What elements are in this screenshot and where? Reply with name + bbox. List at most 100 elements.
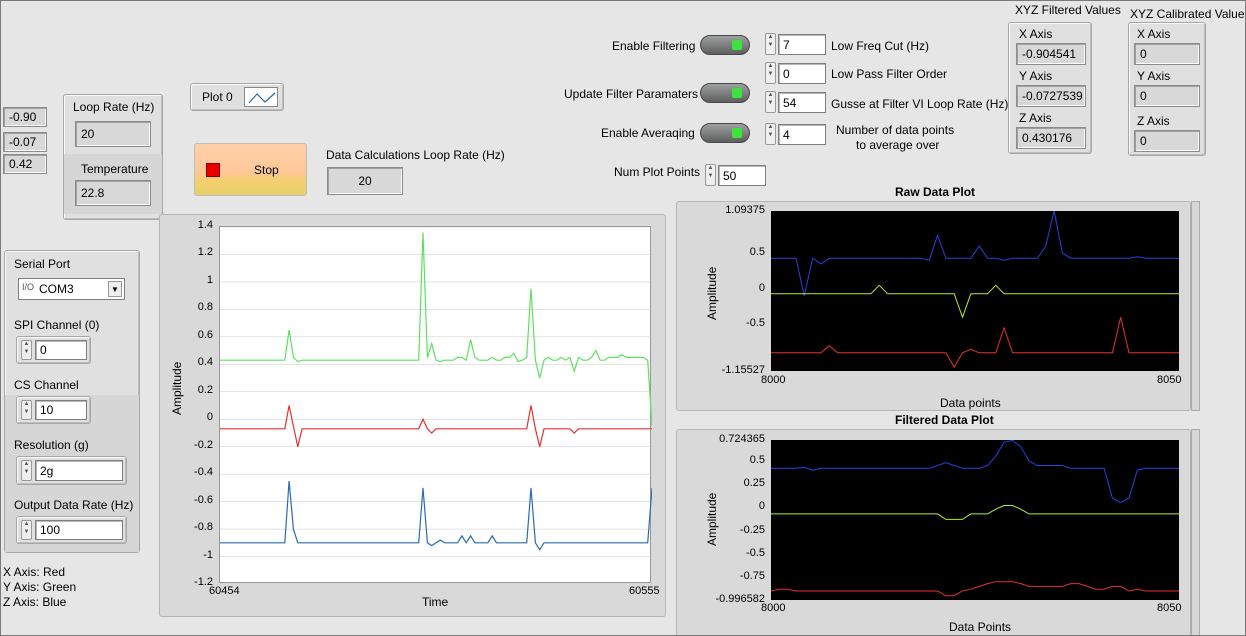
z-value-indicator: 0.42 bbox=[3, 154, 47, 174]
enable-averaging-toggle[interactable] bbox=[700, 123, 750, 143]
y-tick-label: 0.25 bbox=[743, 477, 765, 490]
gusse-spinner[interactable]: ▲ ▼ bbox=[765, 91, 776, 113]
filtered-chart-title: Filtered Data Plot bbox=[895, 413, 994, 427]
led-icon bbox=[732, 40, 742, 50]
y-tick-label: -1.15527 bbox=[721, 364, 765, 376]
x-tick-label: 60454 bbox=[209, 585, 240, 597]
y-tick-label: -0.996582 bbox=[715, 593, 765, 605]
x-tick-label: 8000 bbox=[761, 602, 786, 614]
chevron-down-icon[interactable]: ▼ bbox=[108, 281, 122, 297]
time-chart-svg bbox=[220, 226, 653, 585]
resolution-select[interactable]: 2g bbox=[35, 460, 123, 481]
resolution-spinner[interactable]: ▲ ▼ bbox=[21, 460, 32, 481]
num-plot-points-label: Num Plot Points bbox=[614, 165, 701, 179]
y-tick-label: -0.75 bbox=[739, 570, 765, 583]
xyz-calibrated-z-value: 0 bbox=[1134, 130, 1200, 152]
cs-channel-label: CS Channel bbox=[14, 378, 79, 392]
spi-channel-spinner[interactable]: ▲ ▼ bbox=[21, 340, 32, 360]
line-style-icon bbox=[248, 92, 276, 104]
odr-select[interactable]: 100 bbox=[35, 520, 123, 540]
data-calc-label: Data Calculations Loop Rate (Hz) bbox=[326, 148, 505, 162]
data-calc-value: 20 bbox=[327, 167, 403, 195]
filtered-chart-scrollbar[interactable] bbox=[1191, 429, 1200, 635]
raw-chart: Raw Data Plot 1.09375 0.5 0 -0.5 -1.15527 800… bbox=[676, 185, 1191, 411]
y-tick-label: 0.5 bbox=[749, 246, 765, 259]
raw-chart-xlabel: Data points bbox=[940, 396, 1001, 410]
low-freq-spinner[interactable]: ▲ ▼ bbox=[765, 33, 776, 55]
y-tick-label: 0 bbox=[758, 281, 765, 294]
spi-channel-input[interactable]: 0 bbox=[35, 340, 87, 360]
enable-filtering-label: Enable Filtering bbox=[612, 39, 696, 53]
avg-points-label-1: Number of data points bbox=[836, 123, 955, 137]
series-line bbox=[771, 505, 1179, 520]
raw-chart-ylabel: Amplitude bbox=[705, 266, 719, 320]
avg-points-spinner[interactable]: ▲ ▼ bbox=[765, 123, 776, 145]
front-panel: -0.90 -0.07 0.42 Loop Rate (Hz) 20 Tempe… bbox=[0, 0, 1246, 636]
loop-rate-label: Loop Rate (Hz) bbox=[73, 100, 155, 114]
serial-port-label: Serial Port bbox=[14, 257, 71, 271]
cs-channel-input[interactable]: 10 bbox=[35, 400, 87, 420]
x-tick-label: 8050 bbox=[1157, 374, 1182, 386]
serial-port-select[interactable]: I/O COM3 ▼ bbox=[18, 278, 125, 300]
x-tick-label: 8000 bbox=[761, 374, 786, 386]
led-icon bbox=[732, 88, 742, 98]
time-chart-plot-area bbox=[219, 226, 653, 585]
enable-filtering-toggle[interactable] bbox=[700, 35, 750, 55]
y-value-indicator: -0.07 bbox=[3, 132, 47, 152]
y-tick-label: 0.6 bbox=[197, 328, 213, 341]
stop-icon bbox=[206, 163, 220, 177]
x-tick-label: 8050 bbox=[1157, 602, 1182, 614]
gusse-input[interactable]: 54 bbox=[778, 92, 826, 113]
low-pass-input[interactable]: 0 bbox=[778, 63, 826, 84]
y-tick-label: 0 bbox=[758, 500, 765, 513]
avg-points-label-2: to average over bbox=[856, 138, 940, 152]
xyz-calibrated-x-label: X Axis bbox=[1137, 27, 1171, 41]
y-tick-label: 0 bbox=[206, 411, 213, 424]
xyz-filtered-y-label: Y Axis bbox=[1019, 69, 1053, 83]
low-freq-label: Low Freq Cut (Hz) bbox=[831, 39, 930, 53]
series-line bbox=[771, 284, 1179, 319]
xyz-filtered-y-value: -0.0727539 bbox=[1016, 85, 1086, 107]
num-plot-points-spinner[interactable]: ▲ ▼ bbox=[705, 164, 716, 186]
filtered-chart-svg bbox=[770, 439, 1179, 597]
x-tick-label: 60555 bbox=[629, 585, 660, 597]
y-tick-label: -0.5 bbox=[746, 317, 765, 330]
y-tick-label: -0.2 bbox=[194, 438, 213, 451]
series-line bbox=[220, 232, 653, 427]
io-icon: I/O bbox=[22, 282, 35, 292]
spi-channel-label: SPI Channel (0) bbox=[14, 318, 100, 332]
series-line bbox=[771, 439, 1179, 504]
update-filter-toggle[interactable] bbox=[700, 83, 750, 103]
cs-channel-spinner[interactable]: ▲ ▼ bbox=[21, 400, 32, 420]
temperature-value: 22.8 bbox=[75, 180, 151, 206]
plot-legend-swatch[interactable] bbox=[244, 87, 278, 107]
y-tick-label: -0.25 bbox=[739, 523, 765, 536]
legend-x-red: X Axis: Red bbox=[3, 565, 66, 579]
y-tick-label: 1 bbox=[206, 273, 213, 286]
temperature-label: Temperature bbox=[81, 162, 149, 176]
avg-points-input[interactable]: 4 bbox=[778, 124, 826, 145]
time-chart-ylabel: Amplitude bbox=[170, 361, 184, 415]
y-tick-label: 1.09375 bbox=[725, 204, 765, 216]
series-line bbox=[220, 405, 652, 447]
y-tick-label: -0.8 bbox=[194, 521, 213, 534]
filtered-chart: Filtered Data Plot 0.724365 0.5 0.25 0 -0.25… bbox=[676, 413, 1191, 635]
odr-spinner[interactable]: ▲ ▼ bbox=[21, 520, 32, 540]
y-tick-label: -0.4 bbox=[194, 466, 213, 479]
y-tick-label: 0.724365 bbox=[719, 433, 765, 445]
low-freq-input[interactable]: 7 bbox=[778, 34, 826, 55]
stop-button[interactable]: Stop bbox=[194, 143, 307, 196]
raw-chart-scrollbar[interactable] bbox=[1191, 201, 1200, 411]
raw-chart-title: Raw Data Plot bbox=[895, 185, 976, 199]
y-tick-label: 0.4 bbox=[197, 356, 213, 369]
xyz-calibrated-y-value: 0 bbox=[1134, 85, 1200, 107]
resolution-label: Resolution (g) bbox=[14, 438, 89, 452]
raw-chart-plot-area bbox=[771, 210, 1179, 371]
xyz-filtered-x-value: -0.904541 bbox=[1016, 43, 1086, 65]
low-pass-spinner[interactable]: ▲ ▼ bbox=[765, 62, 776, 84]
num-plot-points-input[interactable]: 50 bbox=[718, 165, 766, 186]
y-tick-label: -0.6 bbox=[194, 493, 213, 506]
y-tick-label: 0.5 bbox=[749, 453, 765, 466]
filtered-chart-ylabel: Amplitude bbox=[705, 492, 719, 546]
loop-rate-value: 20 bbox=[75, 121, 151, 147]
